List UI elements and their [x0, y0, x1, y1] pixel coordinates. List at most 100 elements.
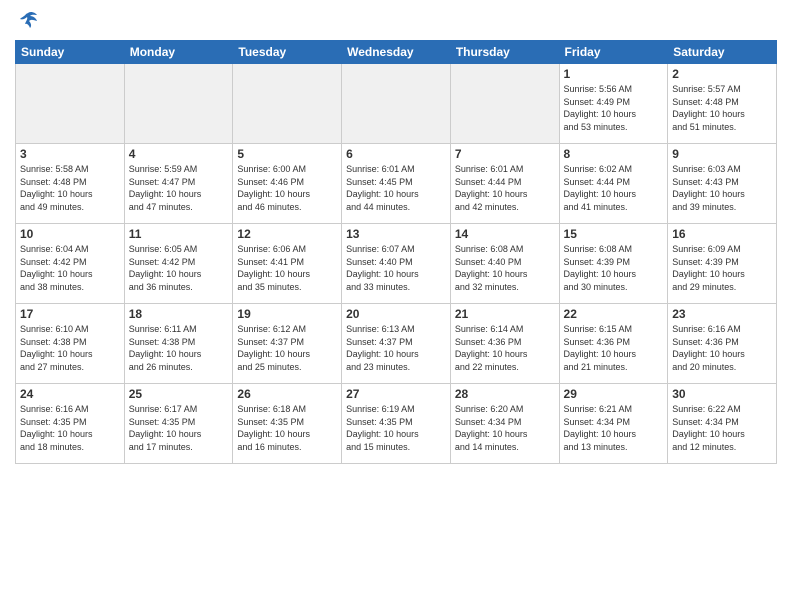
day-info: Sunrise: 6:01 AM Sunset: 4:44 PM Dayligh… — [455, 163, 555, 213]
day-number: 16 — [672, 227, 772, 241]
day-info: Sunrise: 6:12 AM Sunset: 4:37 PM Dayligh… — [237, 323, 337, 373]
day-info: Sunrise: 6:03 AM Sunset: 4:43 PM Dayligh… — [672, 163, 772, 213]
day-info: Sunrise: 6:11 AM Sunset: 4:38 PM Dayligh… — [129, 323, 229, 373]
day-info: Sunrise: 6:06 AM Sunset: 4:41 PM Dayligh… — [237, 243, 337, 293]
calendar-cell: 11 Sunrise: 6:05 AM Sunset: 4:42 PM Dayli… — [124, 224, 233, 304]
day-info: Sunrise: 6:09 AM Sunset: 4:39 PM Dayligh… — [672, 243, 772, 293]
day-info: Sunrise: 6:18 AM Sunset: 4:35 PM Dayligh… — [237, 403, 337, 453]
day-info: Sunrise: 6:16 AM Sunset: 4:35 PM Dayligh… — [20, 403, 120, 453]
logo-bird-icon — [17, 10, 39, 32]
calendar-cell: 30Sunrise: 6:22 AM Sunset: 4:34 PM Dayli… — [668, 384, 777, 464]
calendar-cell: 27 Sunrise: 6:19 AM Sunset: 4:35 PM Dayli… — [342, 384, 451, 464]
calendar-cell: 15 Sunrise: 6:08 AM Sunset: 4:39 PM Dayli… — [559, 224, 668, 304]
day-info: Sunrise: 6:20 AM Sunset: 4:34 PM Dayligh… — [455, 403, 555, 453]
day-number: 29 — [564, 387, 664, 401]
calendar-cell: 9 Sunrise: 6:03 AM Sunset: 4:43 PM Daylig… — [668, 144, 777, 224]
day-info: Sunrise: 6:07 AM Sunset: 4:40 PM Dayligh… — [346, 243, 446, 293]
day-number: 13 — [346, 227, 446, 241]
calendar-cell: 21 Sunrise: 6:14 AM Sunset: 4:36 PM Dayli… — [450, 304, 559, 384]
day-number: 1 — [564, 67, 664, 81]
day-info: Sunrise: 6:08 AM Sunset: 4:39 PM Dayligh… — [564, 243, 664, 293]
day-info: Sunrise: 5:58 AM Sunset: 4:48 PM Dayligh… — [20, 163, 120, 213]
day-info: Sunrise: 6:17 AM Sunset: 4:35 PM Dayligh… — [129, 403, 229, 453]
calendar-cell: 10 Sunrise: 6:04 AM Sunset: 4:42 PM Dayli… — [16, 224, 125, 304]
day-number: 23 — [672, 307, 772, 321]
day-info: Sunrise: 6:00 AM Sunset: 4:46 PM Dayligh… — [237, 163, 337, 213]
weekday-friday: Friday — [559, 41, 668, 64]
day-number: 9 — [672, 147, 772, 161]
day-number: 19 — [237, 307, 337, 321]
day-info: Sunrise: 6:21 AM Sunset: 4:34 PM Dayligh… — [564, 403, 664, 453]
weekday-wednesday: Wednesday — [342, 41, 451, 64]
calendar-cell — [342, 64, 451, 144]
day-number: 10 — [20, 227, 120, 241]
week-row-2: 10 Sunrise: 6:04 AM Sunset: 4:42 PM Dayli… — [16, 224, 777, 304]
calendar-cell: 16 Sunrise: 6:09 AM Sunset: 4:39 PM Dayli… — [668, 224, 777, 304]
calendar-cell — [450, 64, 559, 144]
day-number: 15 — [564, 227, 664, 241]
weekday-sunday: Sunday — [16, 41, 125, 64]
week-row-0: 1 Sunrise: 5:56 AM Sunset: 4:49 PM Daylig… — [16, 64, 777, 144]
calendar-cell: 5 Sunrise: 6:00 AM Sunset: 4:46 PM Daylig… — [233, 144, 342, 224]
day-number: 2 — [672, 67, 772, 81]
calendar-cell — [124, 64, 233, 144]
page: SundayMondayTuesdayWednesdayThursdayFrid… — [0, 0, 792, 612]
day-number: 14 — [455, 227, 555, 241]
calendar-cell: 18 Sunrise: 6:11 AM Sunset: 4:38 PM Dayli… — [124, 304, 233, 384]
day-info: Sunrise: 6:02 AM Sunset: 4:44 PM Dayligh… — [564, 163, 664, 213]
day-info: Sunrise: 6:19 AM Sunset: 4:35 PM Dayligh… — [346, 403, 446, 453]
calendar-cell: 29 Sunrise: 6:21 AM Sunset: 4:34 PM Dayli… — [559, 384, 668, 464]
day-info: Sunrise: 5:57 AM Sunset: 4:48 PM Dayligh… — [672, 83, 772, 133]
day-number: 25 — [129, 387, 229, 401]
calendar-cell: 2 Sunrise: 5:57 AM Sunset: 4:48 PM Daylig… — [668, 64, 777, 144]
calendar-cell: 20 Sunrise: 6:13 AM Sunset: 4:37 PM Dayli… — [342, 304, 451, 384]
day-number: 20 — [346, 307, 446, 321]
weekday-monday: Monday — [124, 41, 233, 64]
calendar-cell: 24 Sunrise: 6:16 AM Sunset: 4:35 PM Dayli… — [16, 384, 125, 464]
day-number: 30 — [672, 387, 772, 401]
day-info: Sunrise: 6:04 AM Sunset: 4:42 PM Dayligh… — [20, 243, 120, 293]
calendar-table: SundayMondayTuesdayWednesdayThursdayFrid… — [15, 40, 777, 464]
calendar-cell: 13 Sunrise: 6:07 AM Sunset: 4:40 PM Dayli… — [342, 224, 451, 304]
day-number: 11 — [129, 227, 229, 241]
day-number: 24 — [20, 387, 120, 401]
day-number: 17 — [20, 307, 120, 321]
calendar-cell: 23Sunrise: 6:16 AM Sunset: 4:36 PM Dayli… — [668, 304, 777, 384]
day-number: 27 — [346, 387, 446, 401]
day-info: Sunrise: 6:10 AM Sunset: 4:38 PM Dayligh… — [20, 323, 120, 373]
calendar-cell — [233, 64, 342, 144]
calendar-cell: 8Sunrise: 6:02 AM Sunset: 4:44 PM Daylig… — [559, 144, 668, 224]
day-info: Sunrise: 6:14 AM Sunset: 4:36 PM Dayligh… — [455, 323, 555, 373]
weekday-header-row: SundayMondayTuesdayWednesdayThursdayFrid… — [16, 41, 777, 64]
day-number: 28 — [455, 387, 555, 401]
calendar-cell — [16, 64, 125, 144]
day-info: Sunrise: 6:01 AM Sunset: 4:45 PM Dayligh… — [346, 163, 446, 213]
calendar-cell: 19 Sunrise: 6:12 AM Sunset: 4:37 PM Dayli… — [233, 304, 342, 384]
day-number: 21 — [455, 307, 555, 321]
calendar-cell: 7 Sunrise: 6:01 AM Sunset: 4:44 PM Daylig… — [450, 144, 559, 224]
day-number: 7 — [455, 147, 555, 161]
day-info: Sunrise: 6:13 AM Sunset: 4:37 PM Dayligh… — [346, 323, 446, 373]
header — [15, 10, 777, 32]
calendar-cell: 26Sunrise: 6:18 AM Sunset: 4:35 PM Dayli… — [233, 384, 342, 464]
calendar-cell: 3Sunrise: 5:58 AM Sunset: 4:48 PM Daylig… — [16, 144, 125, 224]
calendar-cell: 6Sunrise: 6:01 AM Sunset: 4:45 PM Daylig… — [342, 144, 451, 224]
day-info: Sunrise: 5:56 AM Sunset: 4:49 PM Dayligh… — [564, 83, 664, 133]
calendar-cell: 1 Sunrise: 5:56 AM Sunset: 4:49 PM Daylig… — [559, 64, 668, 144]
weekday-saturday: Saturday — [668, 41, 777, 64]
calendar-cell: 25 Sunrise: 6:17 AM Sunset: 4:35 PM Dayli… — [124, 384, 233, 464]
calendar-cell: 14 Sunrise: 6:08 AM Sunset: 4:40 PM Dayli… — [450, 224, 559, 304]
day-info: Sunrise: 6:05 AM Sunset: 4:42 PM Dayligh… — [129, 243, 229, 293]
weekday-thursday: Thursday — [450, 41, 559, 64]
calendar-cell: 4Sunrise: 5:59 AM Sunset: 4:47 PM Daylig… — [124, 144, 233, 224]
day-info: Sunrise: 6:08 AM Sunset: 4:40 PM Dayligh… — [455, 243, 555, 293]
week-row-3: 17 Sunrise: 6:10 AM Sunset: 4:38 PM Dayli… — [16, 304, 777, 384]
day-number: 12 — [237, 227, 337, 241]
calendar-cell: 22Sunrise: 6:15 AM Sunset: 4:36 PM Dayli… — [559, 304, 668, 384]
week-row-4: 24 Sunrise: 6:16 AM Sunset: 4:35 PM Dayli… — [16, 384, 777, 464]
logo — [15, 10, 39, 32]
day-number: 5 — [237, 147, 337, 161]
day-number: 18 — [129, 307, 229, 321]
calendar-cell: 17 Sunrise: 6:10 AM Sunset: 4:38 PM Dayli… — [16, 304, 125, 384]
day-info: Sunrise: 5:59 AM Sunset: 4:47 PM Dayligh… — [129, 163, 229, 213]
